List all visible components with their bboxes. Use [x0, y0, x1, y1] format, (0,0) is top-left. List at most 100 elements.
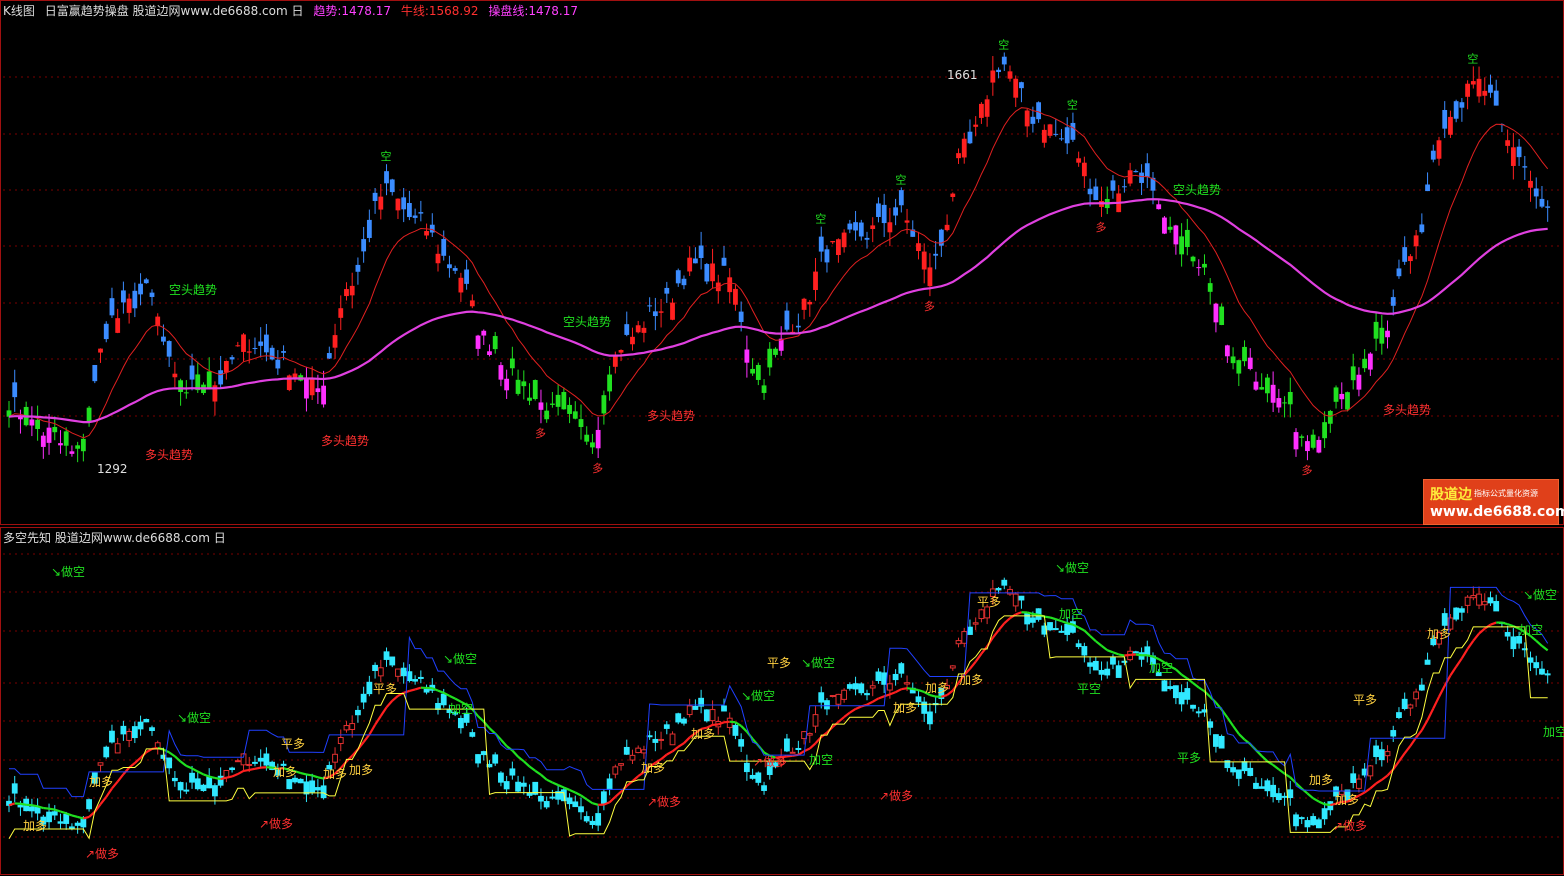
- candle-body: [1391, 297, 1396, 306]
- ind-candle-body: [1173, 686, 1178, 698]
- candle-body: [121, 290, 126, 302]
- main-line: [570, 790, 576, 793]
- main-line: [981, 647, 987, 654]
- ind-candle-body: [956, 641, 961, 644]
- ind-candle-body: [1053, 629, 1058, 630]
- ind-candle-body: [859, 684, 864, 693]
- low-price-label: 1292: [97, 462, 128, 476]
- main-line: [1456, 658, 1462, 666]
- candle-body: [1173, 225, 1178, 244]
- candle-body: [281, 351, 286, 353]
- candle-body: [304, 379, 309, 398]
- ind-candle-body: [35, 807, 40, 813]
- ind-candle-body: [1168, 687, 1173, 689]
- candle-body: [1482, 91, 1487, 96]
- main-line: [575, 793, 581, 796]
- signal-long-label: 多: [535, 426, 546, 440]
- candle-body: [1408, 256, 1413, 261]
- ind-candle-body: [1402, 699, 1407, 708]
- candle-body: [1494, 91, 1499, 106]
- indicator-panel[interactable]: 多空先知 股道边网www.de6688.com 日 ↘做空加多加多↗做多↘做空↗…: [0, 527, 1564, 875]
- ind-candle-body: [458, 718, 463, 727]
- candle-body: [1122, 186, 1127, 187]
- candle-body: [315, 388, 320, 392]
- candle-body: [922, 252, 927, 270]
- main-line: [1033, 614, 1039, 615]
- main-line: [238, 771, 244, 774]
- ind-candle-body: [476, 755, 481, 763]
- candle-body: [796, 326, 801, 328]
- ind-candle-body: [1322, 809, 1327, 819]
- candle-body: [230, 357, 235, 359]
- main-line: [673, 747, 679, 752]
- trend-line: [9, 199, 1548, 422]
- main-line: [1233, 726, 1239, 734]
- main-line: [203, 774, 209, 776]
- candle-body: [521, 381, 526, 386]
- ind-candle-body: [664, 725, 669, 729]
- signal-label: 平空: [1077, 682, 1101, 696]
- candle-body: [1437, 140, 1442, 158]
- main-line: [1462, 649, 1468, 658]
- ind-candle-body: [1179, 693, 1184, 704]
- main-line: [507, 746, 513, 750]
- ind-candle-body: [81, 819, 86, 827]
- ind-candle-body: [1414, 692, 1419, 699]
- main-line: [1044, 617, 1050, 618]
- signal-label: ↗做多: [1333, 818, 1367, 833]
- signal-label: 加空: [1149, 661, 1173, 675]
- ind-candle-body: [132, 727, 137, 738]
- candle-body: [996, 70, 1001, 72]
- main-line: [615, 792, 621, 797]
- ind-candle-body: [659, 739, 664, 740]
- ind-candle-body: [1082, 647, 1087, 655]
- ind-candle-body: [64, 814, 69, 823]
- signal-short-label: 空: [895, 172, 906, 186]
- ind-candle-body: [190, 773, 195, 782]
- main-line: [1307, 793, 1313, 798]
- ind-candle-body: [1191, 705, 1196, 708]
- ind-candle-body: [750, 775, 755, 778]
- ind-candle-body: [693, 706, 698, 709]
- main-line: [49, 809, 55, 810]
- ind-candle-body: [1065, 624, 1070, 634]
- candle-body: [928, 267, 933, 286]
- candle-body: [367, 220, 372, 238]
- main-line: [724, 722, 730, 723]
- ind-candle-body: [1517, 637, 1522, 644]
- candle-body: [327, 353, 332, 358]
- candle-body: [504, 379, 509, 391]
- main-line: [1119, 654, 1125, 655]
- signal-label: 加多: [323, 767, 347, 781]
- ind-candle-body: [18, 805, 23, 806]
- candle-body: [264, 335, 269, 353]
- candle-body: [613, 355, 618, 367]
- candle-body: [150, 293, 155, 297]
- ind-candle-body: [235, 761, 240, 762]
- main-line: [907, 688, 913, 689]
- candle-body: [699, 246, 704, 258]
- candle-body: [58, 443, 63, 445]
- candle-body: [1271, 385, 1276, 403]
- ind-candle-body: [527, 793, 532, 795]
- kline-title: K线图: [3, 4, 35, 18]
- main-line: [1313, 798, 1319, 801]
- main-line: [1359, 792, 1365, 795]
- candle-body: [1545, 206, 1550, 207]
- main-line: [1113, 652, 1119, 654]
- candle-body: [1282, 402, 1287, 403]
- ind-candle-body: [1294, 815, 1299, 826]
- candle-body: [544, 411, 549, 420]
- candle-body: [624, 324, 629, 335]
- candle-body: [607, 375, 612, 392]
- ind-candle-body: [1105, 669, 1110, 675]
- candle-body: [384, 171, 389, 183]
- ind-candle-body: [70, 827, 75, 829]
- ind-candle-body: [905, 683, 910, 684]
- ind-candle-body: [865, 694, 870, 695]
- kline-panel[interactable]: K线图 日富赢趋势操盘 股道边网www.de6688.com 日 趋势:1478…: [0, 0, 1564, 525]
- main-line: [896, 689, 902, 692]
- main-line: [1067, 623, 1073, 624]
- main-line: [1016, 612, 1022, 614]
- candle-body: [436, 254, 441, 263]
